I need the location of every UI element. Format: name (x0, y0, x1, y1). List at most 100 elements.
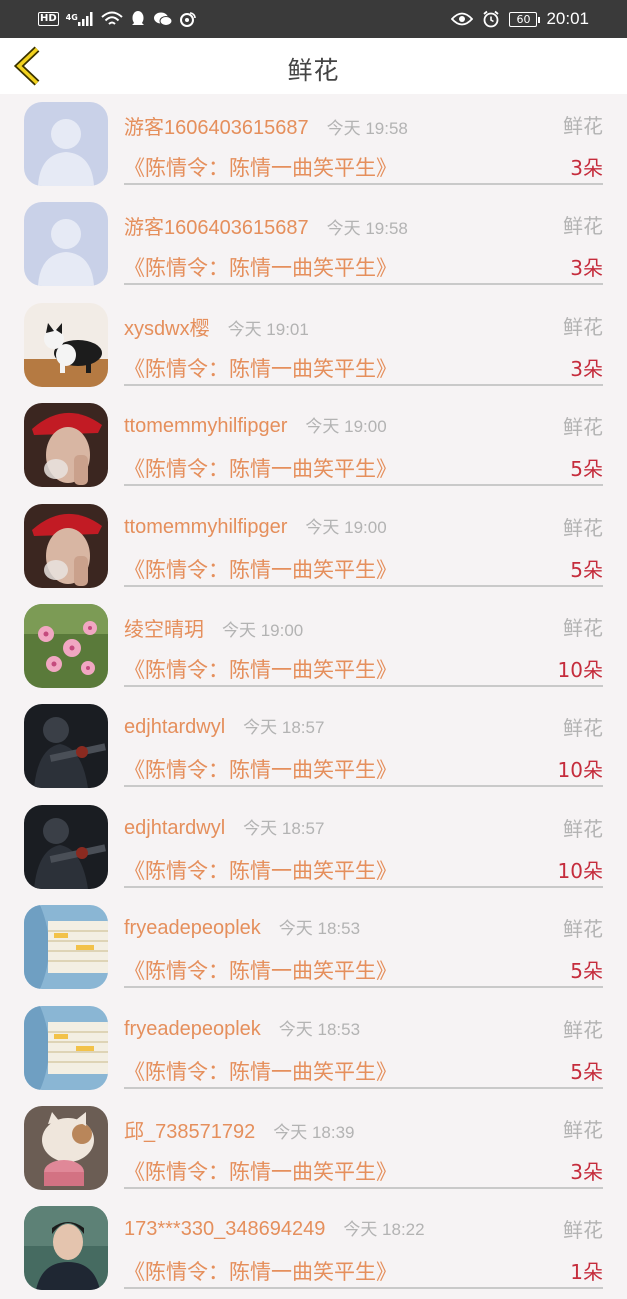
timestamp: 今天 18:53 (278, 919, 361, 939)
username[interactable]: 游客1606403615687 (124, 217, 309, 239)
divider (124, 1086, 603, 1089)
divider (124, 383, 603, 386)
man-photo (24, 1206, 108, 1291)
avatar[interactable] (24, 1105, 108, 1190)
username[interactable]: fryeadepeoplek (124, 1018, 261, 1040)
book-title-link[interactable]: 《陈情令：陈情一曲笑平生》 (124, 353, 397, 383)
gift-type-label: 鲜花 (563, 716, 603, 741)
divider (124, 1186, 603, 1189)
gift-count: 10朵 (557, 657, 603, 682)
timestamp: 今天 19:58 (326, 219, 408, 239)
list-item[interactable]: edjhtardwyl 今天 18:57 鲜花 《陈情令：陈情一曲笑平生》 10朵 (0, 797, 627, 897)
list-item[interactable]: 游客1606403615687 今天 19:58 鲜花 《陈情令：陈情一曲笑平生》… (0, 194, 627, 294)
list-item[interactable]: ttomemmyhilfipger 今天 19:00 鲜花 《陈情令：陈情一曲笑平… (0, 496, 627, 596)
timestamp: 今天 19:00 (305, 417, 387, 437)
battery-icon: 60 (509, 11, 541, 27)
book-title-link[interactable]: 《陈情令：陈情一曲笑平生》 (124, 453, 397, 483)
username[interactable]: 邱_738571792 (124, 1121, 255, 1143)
red-hat-photo (24, 503, 108, 588)
divider (124, 885, 603, 888)
list-item[interactable]: xysdwx樱 今天 19:01 鲜花 《陈情令：陈情一曲笑平生》 3朵 (0, 295, 627, 395)
avatar[interactable] (24, 1005, 108, 1090)
red-hat-photo (24, 403, 108, 488)
header: 鲜花 (0, 38, 627, 94)
username[interactable]: xysdwx樱 (124, 318, 210, 340)
hd-icon: HD (38, 12, 59, 26)
timestamp: 今天 18:22 (343, 1220, 425, 1240)
avatar[interactable] (24, 704, 108, 789)
timestamp: 今天 19:00 (222, 620, 304, 640)
list-item[interactable]: edjhtardwyl 今天 18:57 鲜花 《陈情令：陈情一曲笑平生》 10朵 (0, 696, 627, 796)
book-title-link[interactable]: 《陈情令：陈情一曲笑平生》 (124, 1056, 397, 1086)
gift-type-label: 鲜花 (563, 1017, 603, 1042)
avatar[interactable] (24, 905, 108, 990)
gift-type-label: 鲜花 (563, 1117, 603, 1142)
list-item[interactable]: fryeadepeoplek 今天 18:53 鲜花 《陈情令：陈情一曲笑平生》 … (0, 897, 627, 997)
avatar[interactable] (24, 603, 108, 688)
status-right: 60 20:01 (451, 8, 589, 30)
gift-count: 1朵 (570, 1260, 603, 1285)
divider (124, 283, 603, 286)
username[interactable]: edjhtardwyl (124, 817, 225, 839)
timestamp: 今天 19:00 (305, 517, 387, 537)
username[interactable]: 游客1606403615687 (124, 117, 309, 139)
timestamp: 今天 18:57 (243, 818, 325, 838)
gift-type-label: 鲜花 (563, 314, 603, 339)
default-avatar (24, 102, 108, 186)
soldier-photo (24, 704, 108, 789)
avatar[interactable] (24, 403, 108, 488)
avatar[interactable] (24, 1206, 108, 1291)
book-title-link[interactable]: 《陈情令：陈情一曲笑平生》 (124, 554, 397, 584)
list-item[interactable]: 游客1606403615687 今天 19:58 鲜花 《陈情令：陈情一曲笑平生》… (0, 94, 627, 194)
gift-type-label: 鲜花 (563, 1218, 603, 1243)
username[interactable]: edjhtardwyl (124, 716, 225, 738)
username[interactable]: ttomemmyhilfipger (124, 516, 287, 538)
list-item[interactable]: fryeadepeoplek 今天 18:53 鲜花 《陈情令：陈情一曲笑平生》 … (0, 998, 627, 1098)
book-title-link[interactable]: 《陈情令：陈情一曲笑平生》 (124, 252, 397, 282)
weibo-icon (179, 12, 196, 27)
divider (124, 986, 603, 989)
avatar[interactable] (24, 503, 108, 588)
timestamp: 今天 18:39 (273, 1122, 355, 1142)
divider (124, 484, 603, 487)
username[interactable]: ttomemmyhilfipger (124, 415, 287, 437)
gift-count: 5朵 (570, 1059, 603, 1084)
divider (124, 1287, 603, 1290)
book-title-link[interactable]: 《陈情令：陈情一曲笑平生》 (124, 855, 397, 885)
gift-type-label: 鲜花 (563, 114, 603, 138)
timestamp: 今天 19:58 (326, 119, 408, 138)
gift-type-label: 鲜花 (563, 515, 603, 540)
clock: 20:01 (546, 9, 589, 28)
avatar[interactable] (24, 804, 108, 889)
divider (124, 584, 603, 587)
username[interactable]: fryeadepeoplek (124, 917, 261, 939)
wechat-icon (153, 12, 173, 26)
gift-list: 游客1606403615687 今天 19:58 鲜花 《陈情令：陈情一曲笑平生》… (0, 94, 627, 1299)
avatar[interactable] (24, 102, 108, 186)
username[interactable]: 173***330_348694249 (124, 1218, 325, 1240)
timestamp: 今天 18:57 (243, 718, 325, 738)
divider (124, 183, 603, 185)
cat-cake-photo (24, 1105, 108, 1190)
list-item[interactable]: 邱_738571792 今天 18:39 鲜花 《陈情令：陈情一曲笑平生》 3朵 (0, 1098, 627, 1198)
book-title-link[interactable]: 《陈情令：陈情一曲笑平生》 (124, 1256, 397, 1286)
book-title-link[interactable]: 《陈情令：陈情一曲笑平生》 (124, 754, 397, 784)
book-title-link[interactable]: 《陈情令：陈情一曲笑平生》 (124, 152, 397, 182)
book-title-link[interactable]: 《陈情令：陈情一曲笑平生》 (124, 955, 397, 985)
network-type: 4G (65, 13, 78, 22)
username[interactable]: 绫空晴玥 (124, 619, 204, 641)
book-title-link[interactable]: 《陈情令：陈情一曲笑平生》 (124, 1156, 397, 1186)
gift-count: 5朵 (570, 557, 603, 582)
timestamp: 今天 18:53 (278, 1019, 361, 1039)
flower-photo (24, 603, 108, 688)
alarm-icon (483, 10, 500, 28)
avatar[interactable] (24, 302, 108, 387)
page-title: 鲜花 (287, 56, 340, 85)
list-item[interactable]: 绫空晴玥 今天 19:00 鲜花 《陈情令：陈情一曲笑平生》 10朵 (0, 596, 627, 696)
signal-icon: 4G (66, 12, 94, 26)
gift-count: 10朵 (557, 858, 603, 883)
book-title-link[interactable]: 《陈情令：陈情一曲笑平生》 (124, 654, 397, 684)
list-item[interactable]: 173***330_348694249 今天 18:22 鲜花 《陈情令：陈情一曲… (0, 1198, 627, 1298)
list-item[interactable]: ttomemmyhilfipger 今天 19:00 鲜花 《陈情令：陈情一曲笑平… (0, 395, 627, 495)
avatar[interactable] (24, 202, 108, 287)
